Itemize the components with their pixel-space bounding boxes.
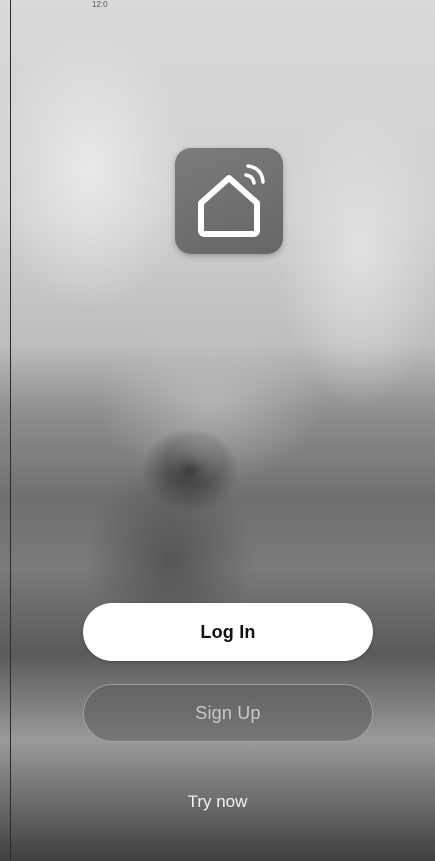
status-bar-time: 12:0 — [92, 0, 108, 9]
signup-button[interactable]: Sign Up — [83, 684, 373, 742]
smart-home-wifi-icon — [198, 164, 265, 237]
login-button[interactable]: Log In — [83, 603, 373, 661]
try-now-link[interactable]: Try now — [0, 792, 435, 812]
login-screen: 12:0 Log In Sign Up Try now — [0, 0, 435, 861]
login-button-label: Log In — [200, 621, 256, 642]
signup-button-label: Sign Up — [195, 702, 261, 723]
app-logo — [175, 148, 283, 254]
